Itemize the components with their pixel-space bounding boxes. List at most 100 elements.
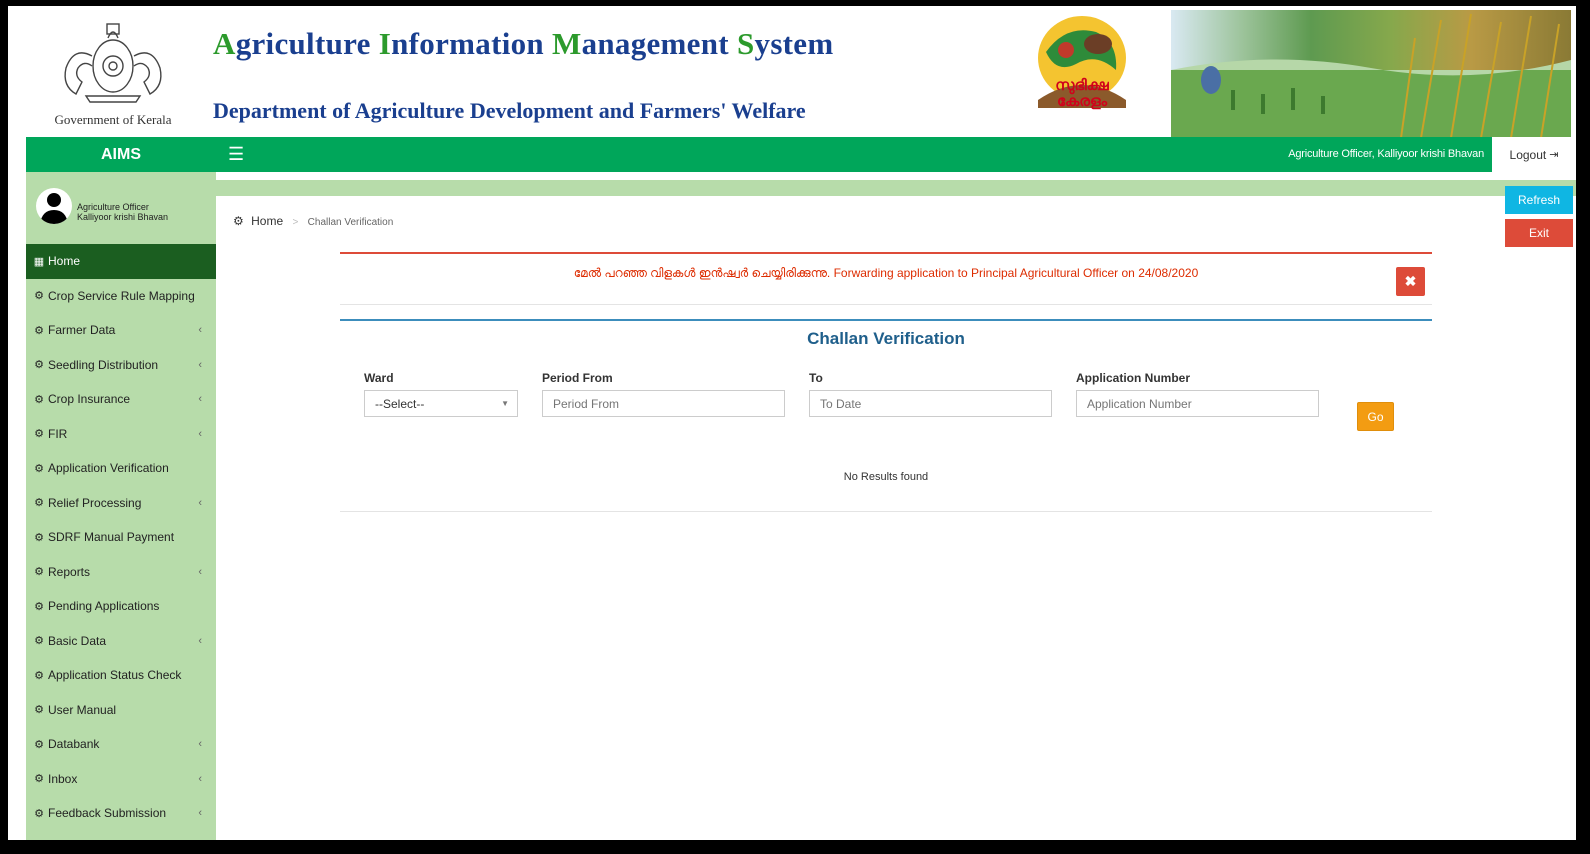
title-word: griculture xyxy=(235,26,379,61)
period-from-input[interactable] xyxy=(542,390,785,417)
ward-label: Ward xyxy=(364,371,394,385)
close-icon: ✖ xyxy=(1404,273,1417,289)
avatar xyxy=(36,188,72,224)
chevron-left-icon: ‹ xyxy=(198,772,202,785)
sidebar-item-fir[interactable]: ⚙ FIR ‹ xyxy=(26,417,216,452)
chevron-left-icon: ‹ xyxy=(198,738,202,751)
sidebar-item-label: Pending Applications xyxy=(48,599,160,614)
sidebar: Agriculture Officer Kalliyoor krishi Bha… xyxy=(26,172,216,840)
app-frame: Government of Kerala Agriculture Informa… xyxy=(8,6,1576,840)
user-role-label: Agriculture Officer, Kalliyoor krishi Bh… xyxy=(1288,148,1484,160)
sidebar-item-databank[interactable]: ⚙ Databank ‹ xyxy=(26,727,216,762)
period-from-label: Period From xyxy=(542,371,613,385)
breadcrumb: ⚙ Home > Challan Verification xyxy=(233,214,393,228)
dashboard-icon: ⚙ xyxy=(34,290,44,303)
to-date-input[interactable] xyxy=(809,390,1052,417)
logout-label: Logout xyxy=(1509,147,1547,162)
title-word: anagement xyxy=(581,26,737,61)
sidebar-item-label: FIR xyxy=(48,426,68,441)
chevron-left-icon: ‹ xyxy=(198,634,202,647)
sidebar-item-reports[interactable]: ⚙ Reports ‹ xyxy=(26,555,216,590)
sidebar-item-label: SDRF Manual Payment xyxy=(48,530,175,545)
top-navbar: ☰ Agriculture Officer, Kalliyoor krishi … xyxy=(216,137,1576,172)
sidebar-item-relief-processing[interactable]: ⚙ Relief Processing ‹ xyxy=(26,486,216,521)
dashboard-icon: ⚙ xyxy=(34,531,44,544)
dashboard-icon: ⚙ xyxy=(34,773,44,786)
no-results-message: No Results found xyxy=(843,471,929,483)
subhiksha-logo-text: സുഭിക്ഷ കേരളം xyxy=(1055,77,1109,110)
dashboard-icon: ⚙ xyxy=(34,359,44,372)
ward-select-value: --Select-- xyxy=(375,396,425,411)
chevron-left-icon: ‹ xyxy=(198,565,202,578)
dashboard-icon: ⚙ xyxy=(34,497,44,510)
title-initial: I xyxy=(378,26,392,61)
sidebar-item-label: Application Verification xyxy=(48,461,169,476)
breadcrumb-current: Challan Verification xyxy=(307,217,394,228)
sidebar-item-sdrf-manual-payment[interactable]: ⚙ SDRF Manual Payment xyxy=(26,520,216,555)
panel-title: Challan Verification xyxy=(807,329,965,348)
sidebar-item-label: Application Status Check xyxy=(48,668,182,683)
sidebar-item-application-status-check[interactable]: ⚙ Application Status Check xyxy=(26,658,216,693)
title-initial: M xyxy=(552,26,582,61)
sidebar-item-label: Relief Processing xyxy=(48,495,142,510)
user-panel: Agriculture Officer Kalliyoor krishi Bha… xyxy=(26,172,216,244)
dashboard-icon: ⚙ xyxy=(34,428,44,441)
dashboard-icon: ⚙ xyxy=(34,324,44,337)
page-title: Agriculture Information Management Syste… xyxy=(213,26,834,62)
sidebar-item-user-manual[interactable]: ⚙ User Manual xyxy=(26,693,216,728)
emblem-icon xyxy=(64,23,162,103)
ward-select[interactable]: --Select-- ▼ xyxy=(364,390,518,417)
title-word: nformation xyxy=(391,26,552,61)
dashboard-icon: ⚙ xyxy=(34,704,44,717)
sidebar-item-label: Crop Service Rule Mapping xyxy=(48,288,195,303)
sidebar-item-application-verification[interactable]: ⚙ Application Verification xyxy=(26,451,216,486)
chevron-left-icon: ‹ xyxy=(198,324,202,337)
department-subtitle: Department of Agriculture Development an… xyxy=(213,98,806,123)
sidebar-item-farmer-data[interactable]: ⚙ Farmer Data ‹ xyxy=(26,313,216,348)
go-button[interactable]: Go xyxy=(1357,402,1394,431)
page-header: Government of Kerala Agriculture Informa… xyxy=(8,6,1576,138)
sidebar-item-pending-applications[interactable]: ⚙ Pending Applications xyxy=(26,589,216,624)
sidebar-item-label: Databank xyxy=(48,737,100,752)
brand-label[interactable]: AIMS xyxy=(26,137,216,172)
dashboard-icon: ⚙ xyxy=(233,214,244,228)
sidebar-item-label: Basic Data xyxy=(48,633,107,648)
challan-verification-panel: Challan Verification Ward --Select-- ▼ P… xyxy=(340,319,1432,512)
alert-close-button[interactable]: ✖ xyxy=(1396,267,1425,296)
logout-button[interactable]: Logout ⇥ xyxy=(1492,137,1576,172)
dashboard-icon: ⚙ xyxy=(34,393,44,406)
application-number-input[interactable] xyxy=(1076,390,1319,417)
hamburger-menu-icon[interactable]: ☰ xyxy=(228,144,244,165)
sidebar-item-inbox[interactable]: ⚙ Inbox ‹ xyxy=(26,762,216,797)
sign-out-icon: ⇥ xyxy=(1549,149,1559,161)
subhiksha-keralam-logo: സുഭിക്ഷ കേരളം xyxy=(1026,12,1138,134)
sidebar-item-label: Reports xyxy=(48,564,91,579)
user-office: Kalliyoor krishi Bhavan xyxy=(77,212,169,222)
to-date-label: To xyxy=(809,371,823,385)
user-icon xyxy=(40,193,68,224)
refresh-button[interactable]: Refresh xyxy=(1505,186,1573,214)
chevron-left-icon: ‹ xyxy=(198,427,202,440)
sidebar-item-crop-service-rule-mapping[interactable]: ⚙ Crop Service Rule Mapping xyxy=(26,279,216,314)
sidebar-item-label: Seedling Distribution xyxy=(48,357,159,372)
caret-down-icon: ▼ xyxy=(501,399,509,408)
sidebar-item-label: Feedback Submission xyxy=(48,806,167,821)
kerala-emblem: Government of Kerala xyxy=(38,16,188,128)
sidebar-item-basic-data[interactable]: ⚙ Basic Data ‹ xyxy=(26,624,216,659)
exit-button[interactable]: Exit xyxy=(1505,219,1573,247)
sidebar-item-label: Crop Insurance xyxy=(48,392,131,407)
dashboard-icon: ⚙ xyxy=(34,738,44,751)
sidebar-item-seedling-distribution[interactable]: ⚙ Seedling Distribution ‹ xyxy=(26,348,216,383)
breadcrumb-home-link[interactable]: Home xyxy=(251,214,283,228)
sidebar-item-home[interactable]: ▦ Home xyxy=(26,244,216,279)
sidebar-item-crop-insurance[interactable]: ⚙ Crop Insurance ‹ xyxy=(26,382,216,417)
alert-message-box: മേൽ പറഞ്ഞ വിളകൾ ഇൻഷ്വർ ചെയ്യിരിക്കുന്നു.… xyxy=(340,252,1432,305)
dashboard-icon: ⚙ xyxy=(34,462,44,475)
sidebar-menu: ▦ Home ⚙ Crop Service Rule Mapping ⚙ Farmer D… xyxy=(26,244,216,831)
header-divider-band xyxy=(216,180,1576,196)
sidebar-item-feedback-submission[interactable]: ⚙ Feedback Submission ‹ xyxy=(26,796,216,831)
dashboard-icon: ⚙ xyxy=(34,635,44,648)
chevron-left-icon: ‹ xyxy=(198,358,202,371)
user-name: Agriculture Officer Kalliyoor krishi Bha… xyxy=(77,202,168,222)
alert-text: മേൽ പറഞ്ഞ വിളകൾ ഇൻഷ്വർ ചെയ്യിരിക്കുന്നു.… xyxy=(573,266,1199,280)
